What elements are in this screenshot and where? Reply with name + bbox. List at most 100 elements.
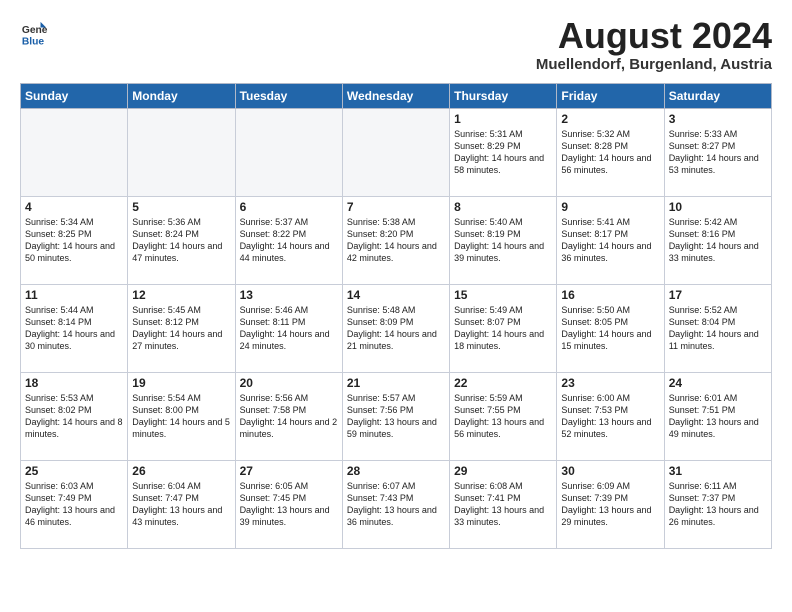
table-row: 4Sunrise: 5:34 AM Sunset: 8:25 PM Daylig… [21,196,128,284]
day-info: Sunrise: 5:49 AM Sunset: 8:07 PM Dayligh… [454,304,552,353]
day-number: 19 [132,376,230,390]
calendar-week-row: 11Sunrise: 5:44 AM Sunset: 8:14 PM Dayli… [21,284,772,372]
page: General Blue August 2024 Muellendorf, Bu… [0,0,792,559]
table-row: 31Sunrise: 6:11 AM Sunset: 7:37 PM Dayli… [664,460,771,548]
table-row: 15 Sunrise: 5:49 AM Sunset: 8:07 PM Dayli… [450,284,557,372]
table-row: 27Sunrise: 6:05 AM Sunset: 7:45 PM Dayli… [235,460,342,548]
day-number: 5 [132,200,230,214]
day-number: 3 [669,112,767,126]
table-row: 16 Sunrise: 5:50 AM Sunset: 8:05 PM Dayli… [557,284,664,372]
col-sunday: Sunday [21,83,128,108]
day-number: 28 [347,464,445,478]
day-number: 17 [669,288,767,302]
day-number: 15 [454,288,552,302]
table-row: 18 Sunrise: 5:53 AM Sunset: 8:02 PM Dayli… [21,372,128,460]
day-info: Sunrise: 5:56 AM Sunset: 7:58 PM Dayligh… [240,392,338,441]
day-info: Sunrise: 5:40 AM Sunset: 8:19 PM Dayligh… [454,216,552,265]
day-number: 22 [454,376,552,390]
col-monday: Monday [128,83,235,108]
location: Muellendorf, Burgenland, Austria [536,56,772,73]
table-row [235,108,342,196]
day-number: 29 [454,464,552,478]
day-number: 18 [25,376,123,390]
day-number: 9 [561,200,659,214]
day-info: Sunrise: 5:53 AM Sunset: 8:02 PM Dayligh… [25,392,123,441]
day-info: Sunrise: 5:59 AM Sunset: 7:55 PM Dayligh… [454,392,552,441]
table-row: 25 Sunrise: 6:03 AM Sunset: 7:49 PM Dayli… [21,460,128,548]
day-number: 20 [240,376,338,390]
calendar-week-row: 18 Sunrise: 5:53 AM Sunset: 8:02 PM Dayli… [21,372,772,460]
table-row: 5 Sunrise: 5:36 AM Sunset: 8:24 PM Daylig… [128,196,235,284]
day-number: 10 [669,200,767,214]
day-info: Sunrise: 6:04 AM Sunset: 7:47 PM Dayligh… [132,480,230,529]
table-row: 2Sunrise: 5:32 AM Sunset: 8:28 PM Daylig… [557,108,664,196]
day-info: Sunrise: 5:48 AM Sunset: 8:09 PM Dayligh… [347,304,445,353]
day-info: Sunrise: 5:37 AM Sunset: 8:22 PM Dayligh… [240,216,338,265]
col-saturday: Saturday [664,83,771,108]
table-row: 17 Sunrise: 5:52 AM Sunset: 8:04 PM Dayli… [664,284,771,372]
table-row: 28 Sunrise: 6:07 AM Sunset: 7:43 PM Dayli… [342,460,449,548]
table-row: 22 Sunrise: 5:59 AM Sunset: 7:55 PM Dayli… [450,372,557,460]
day-info: Sunrise: 5:54 AM Sunset: 8:00 PM Dayligh… [132,392,230,441]
table-row: 29 Sunrise: 6:08 AM Sunset: 7:41 PM Dayli… [450,460,557,548]
day-number: 24 [669,376,767,390]
day-info: Sunrise: 5:38 AM Sunset: 8:20 PM Dayligh… [347,216,445,265]
table-row [21,108,128,196]
day-number: 1 [454,112,552,126]
day-info: Sunrise: 5:45 AM Sunset: 8:12 PM Dayligh… [132,304,230,353]
day-info: Sunrise: 6:05 AM Sunset: 7:45 PM Dayligh… [240,480,338,529]
table-row: 9 Sunrise: 5:41 AM Sunset: 8:17 PM Daylig… [557,196,664,284]
col-friday: Friday [557,83,664,108]
table-row [128,108,235,196]
table-row: 24 Sunrise: 6:01 AM Sunset: 7:51 PM Dayli… [664,372,771,460]
day-info: Sunrise: 6:09 AM Sunset: 7:39 PM Dayligh… [561,480,659,529]
day-number: 26 [132,464,230,478]
day-number: 25 [25,464,123,478]
day-info: Sunrise: 6:07 AM Sunset: 7:43 PM Dayligh… [347,480,445,529]
calendar-week-row: 25 Sunrise: 6:03 AM Sunset: 7:49 PM Dayli… [21,460,772,548]
day-info: Sunrise: 5:50 AM Sunset: 8:05 PM Dayligh… [561,304,659,353]
day-info: Sunrise: 6:03 AM Sunset: 7:49 PM Dayligh… [25,480,123,529]
table-row: 7 Sunrise: 5:38 AM Sunset: 8:20 PM Daylig… [342,196,449,284]
col-thursday: Thursday [450,83,557,108]
calendar-week-row: 4Sunrise: 5:34 AM Sunset: 8:25 PM Daylig… [21,196,772,284]
table-row: 11Sunrise: 5:44 AM Sunset: 8:14 PM Dayli… [21,284,128,372]
col-wednesday: Wednesday [342,83,449,108]
day-number: 11 [25,288,123,302]
day-number: 4 [25,200,123,214]
day-number: 16 [561,288,659,302]
title-block: August 2024 Muellendorf, Burgenland, Aus… [536,16,772,73]
day-info: Sunrise: 6:01 AM Sunset: 7:51 PM Dayligh… [669,392,767,441]
day-number: 8 [454,200,552,214]
calendar-week-row: 1 Sunrise: 5:31 AM Sunset: 8:29 PM Daylig… [21,108,772,196]
day-number: 7 [347,200,445,214]
calendar: Sunday Monday Tuesday Wednesday Thursday… [20,83,772,549]
table-row: 8 Sunrise: 5:40 AM Sunset: 8:19 PM Daylig… [450,196,557,284]
table-row: 1 Sunrise: 5:31 AM Sunset: 8:29 PM Daylig… [450,108,557,196]
day-info: Sunrise: 5:36 AM Sunset: 8:24 PM Dayligh… [132,216,230,265]
table-row: 21 Sunrise: 5:57 AM Sunset: 7:56 PM Dayli… [342,372,449,460]
day-info: Sunrise: 5:41 AM Sunset: 8:17 PM Dayligh… [561,216,659,265]
table-row: 20 Sunrise: 5:56 AM Sunset: 7:58 PM Dayli… [235,372,342,460]
day-number: 2 [561,112,659,126]
table-row: 3 Sunrise: 5:33 AM Sunset: 8:27 PM Daylig… [664,108,771,196]
day-number: 21 [347,376,445,390]
day-info: Sunrise: 6:11 AM Sunset: 7:37 PM Dayligh… [669,480,767,529]
day-info: Sunrise: 6:08 AM Sunset: 7:41 PM Dayligh… [454,480,552,529]
col-tuesday: Tuesday [235,83,342,108]
day-number: 14 [347,288,445,302]
table-row: 26 Sunrise: 6:04 AM Sunset: 7:47 PM Dayli… [128,460,235,548]
day-info: Sunrise: 5:33 AM Sunset: 8:27 PM Dayligh… [669,128,767,177]
table-row: 13Sunrise: 5:46 AM Sunset: 8:11 PM Dayli… [235,284,342,372]
day-number: 6 [240,200,338,214]
table-row [342,108,449,196]
table-row: 19 Sunrise: 5:54 AM Sunset: 8:00 PM Dayli… [128,372,235,460]
day-info: Sunrise: 5:52 AM Sunset: 8:04 PM Dayligh… [669,304,767,353]
table-row: 12Sunrise: 5:45 AM Sunset: 8:12 PM Dayli… [128,284,235,372]
logo: General Blue [20,20,48,48]
day-number: 13 [240,288,338,302]
header: General Blue August 2024 Muellendorf, Bu… [20,16,772,73]
day-number: 30 [561,464,659,478]
day-info: Sunrise: 5:31 AM Sunset: 8:29 PM Dayligh… [454,128,552,177]
day-info: Sunrise: 5:57 AM Sunset: 7:56 PM Dayligh… [347,392,445,441]
